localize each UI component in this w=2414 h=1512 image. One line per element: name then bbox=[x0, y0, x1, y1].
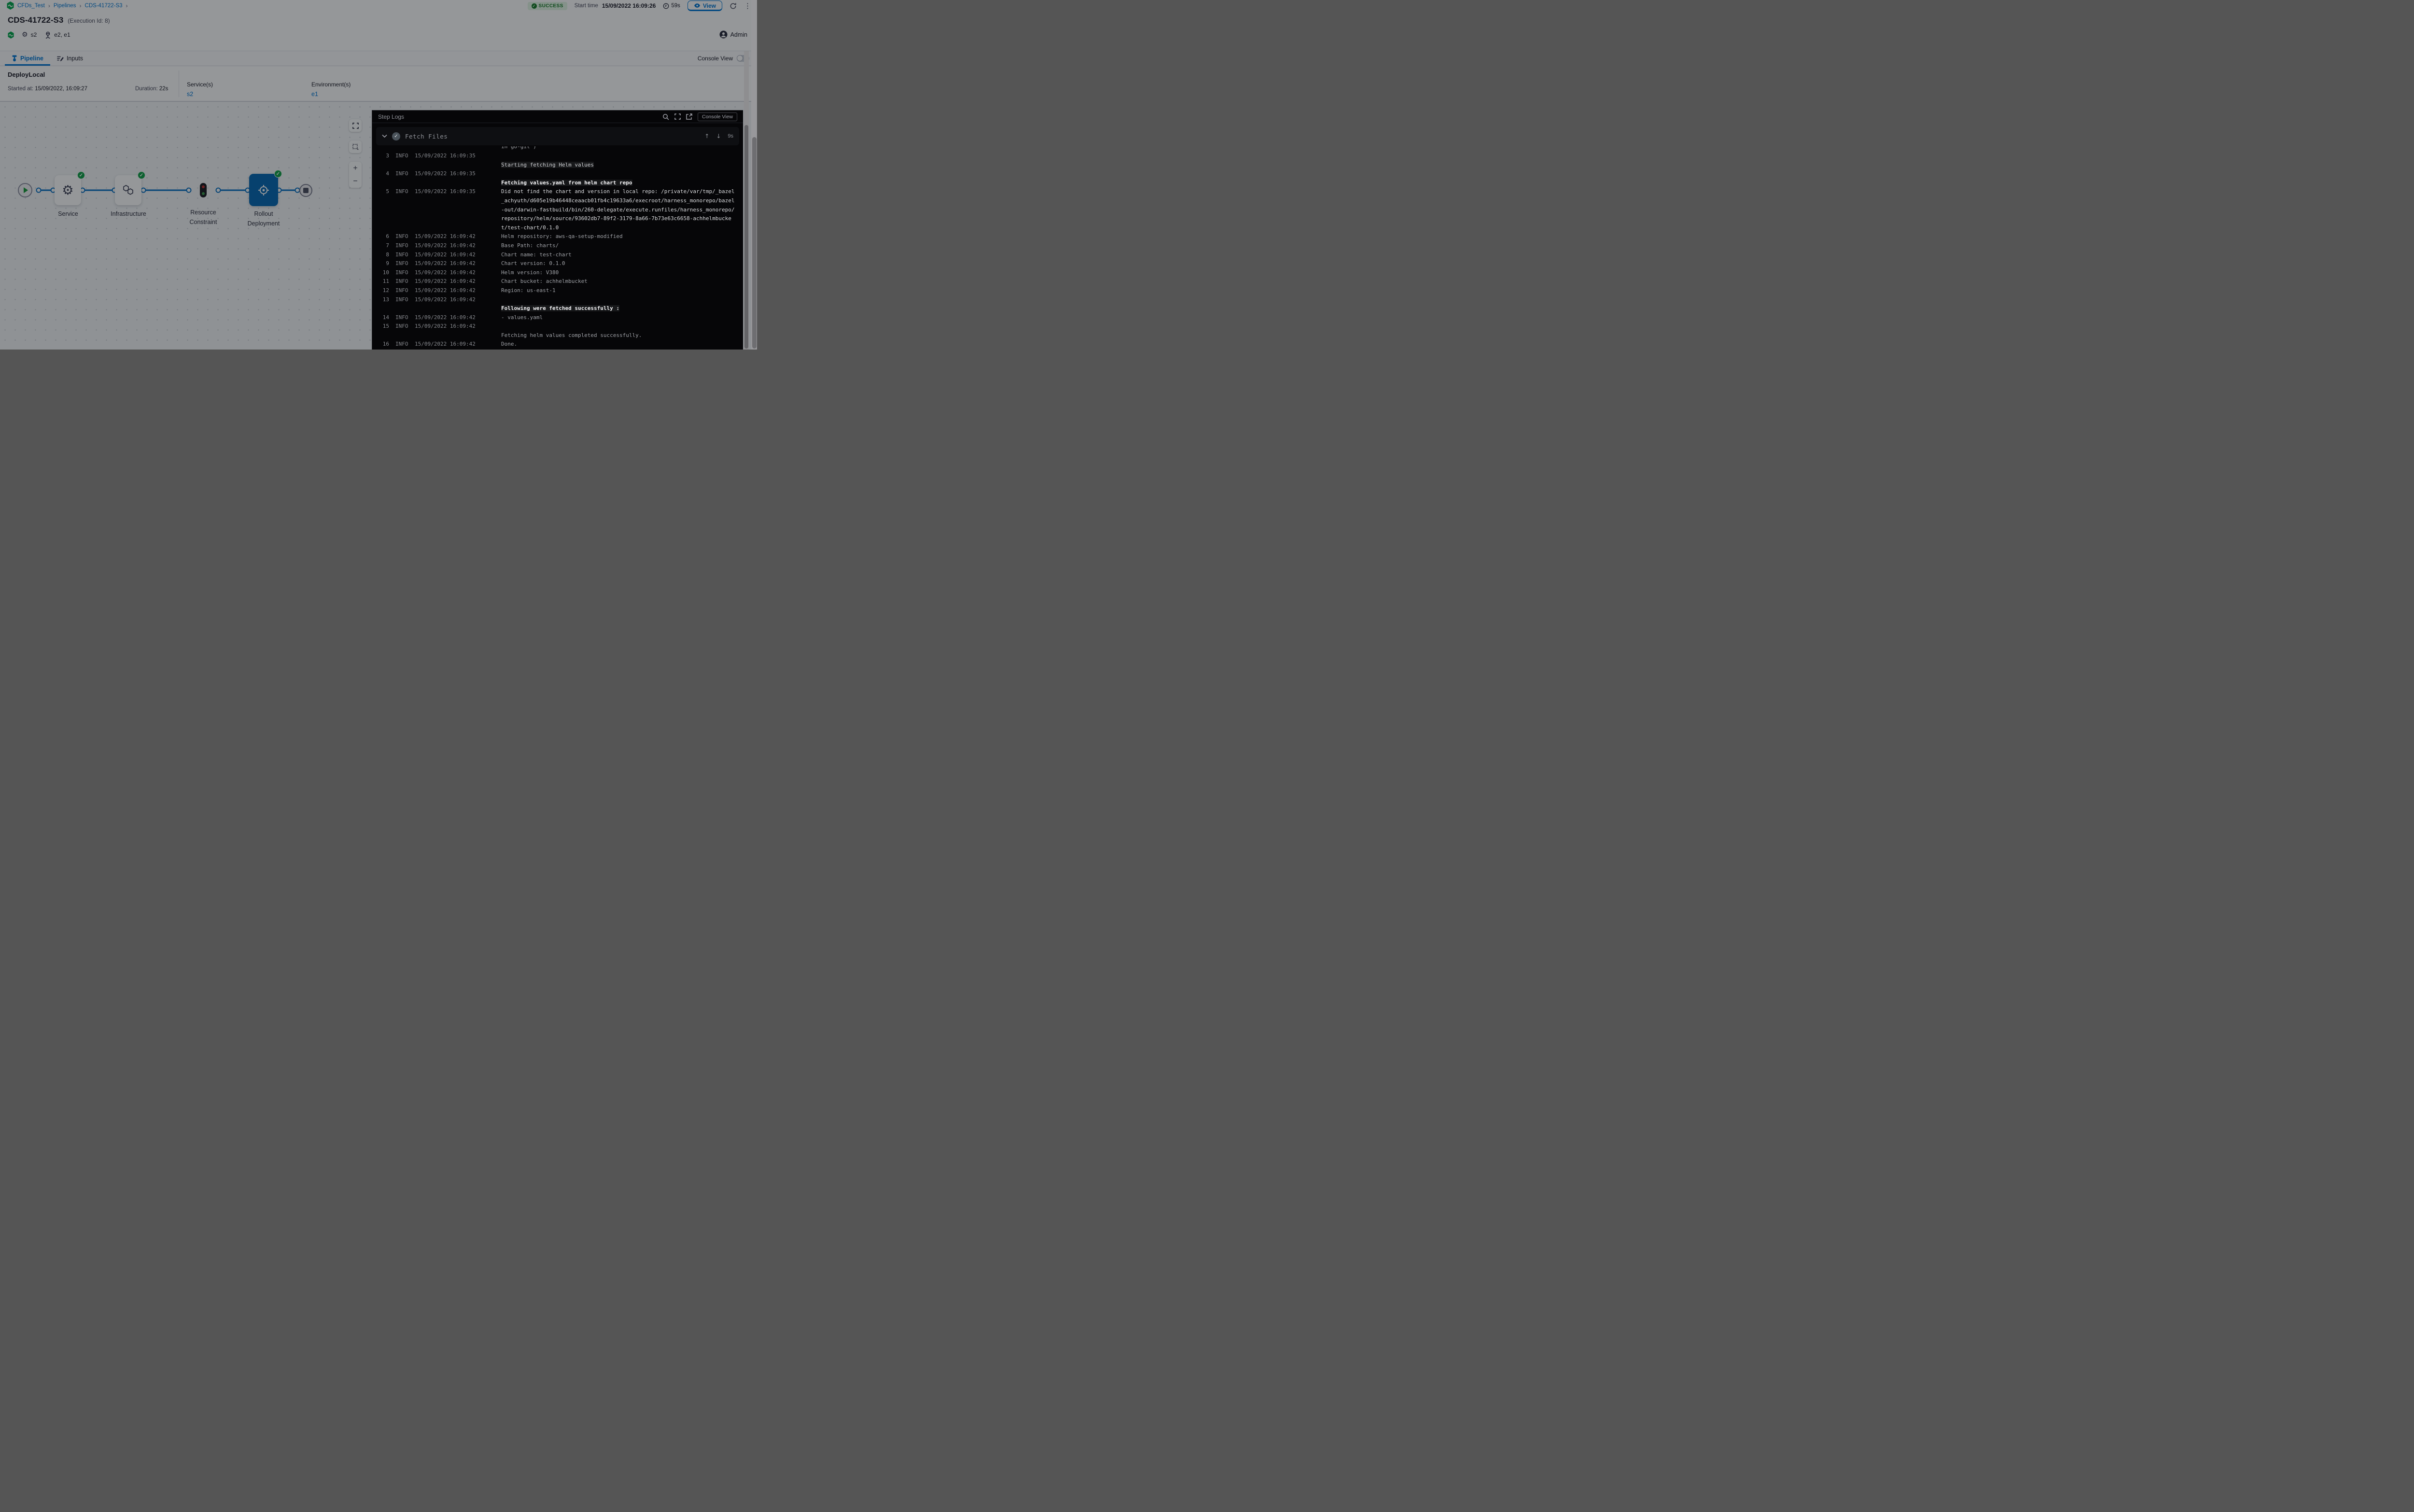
content-scrollbar-thumb[interactable] bbox=[744, 125, 748, 349]
window-scrollbar-thumb[interactable] bbox=[752, 137, 757, 349]
log-row: 13INFO15/09/2022 16:09:42 Following were… bbox=[375, 295, 743, 313]
log-row: 8INFO15/09/2022 16:09:42Chart name: test… bbox=[375, 251, 743, 260]
scroll-top-icon[interactable]: ↑ bbox=[704, 133, 709, 140]
expand-icon[interactable] bbox=[674, 113, 681, 120]
step-row-fetch-files[interactable]: ✓ Fetch Files ↑ ↓ 9s bbox=[376, 127, 739, 145]
log-row: 11INFO15/09/2022 16:09:42Chart bucket: a… bbox=[375, 277, 743, 286]
log-row: 10INFO15/09/2022 16:09:42Helm version: V… bbox=[375, 268, 743, 278]
log-row: 12INFO15/09/2022 16:09:42Region: us-east… bbox=[375, 286, 743, 295]
scroll-bottom-icon[interactable]: ↓ bbox=[716, 133, 721, 140]
content-scrollbar[interactable] bbox=[744, 51, 749, 350]
log-row: 9INFO15/09/2022 16:09:42Chart version: 0… bbox=[375, 259, 743, 268]
window-scrollbar[interactable] bbox=[751, 0, 757, 350]
open-in-new-icon[interactable] bbox=[686, 113, 692, 120]
step-duration: 9s bbox=[728, 133, 733, 139]
log-row: 14INFO15/09/2022 16:09:42- values.yaml bbox=[375, 313, 743, 322]
log-row: 4INFO15/09/2022 16:09:35 Fetching values… bbox=[375, 169, 743, 187]
step-logs-header: Step Logs Console View bbox=[372, 111, 743, 123]
step-row-actions: ↑ ↓ 9s bbox=[704, 133, 733, 140]
log-row: 6INFO15/09/2022 16:09:42Helm repository:… bbox=[375, 232, 743, 241]
step-name: Fetch Files bbox=[405, 133, 448, 140]
step-logs-actions: Console View bbox=[662, 112, 737, 121]
step-status-icon: ✓ bbox=[392, 132, 400, 140]
log-row: 15INFO15/09/2022 16:09:42 Fetching helm … bbox=[375, 322, 743, 340]
log-row: 16INFO15/09/2022 16:09:42Done. bbox=[375, 340, 743, 349]
log-row: 5INFO15/09/2022 16:09:35Did not find the… bbox=[375, 187, 743, 232]
search-icon[interactable] bbox=[662, 113, 669, 120]
step-logs-drawer: Step Logs Console View ✓ Fetch Files ↑ ↓… bbox=[372, 110, 743, 350]
clipped-log-line: in go-git ) bbox=[375, 146, 743, 152]
chevron-down-icon[interactable] bbox=[382, 134, 387, 138]
log-lines: 3INFO15/09/2022 16:09:35 Starting fetchi… bbox=[375, 152, 743, 349]
log-row: 3INFO15/09/2022 16:09:35 Starting fetchi… bbox=[375, 152, 743, 169]
pipeline-execution-page: CFDs_Test › Pipelines › CDS-41722-S3 › ✓… bbox=[0, 0, 757, 350]
log-body[interactable]: in go-git ) 3INFO15/09/2022 16:09:35 Sta… bbox=[372, 145, 743, 349]
console-view-button[interactable]: Console View bbox=[698, 112, 737, 121]
log-row: 7INFO15/09/2022 16:09:42Base Path: chart… bbox=[375, 241, 743, 251]
step-logs-title: Step Logs bbox=[378, 113, 404, 120]
